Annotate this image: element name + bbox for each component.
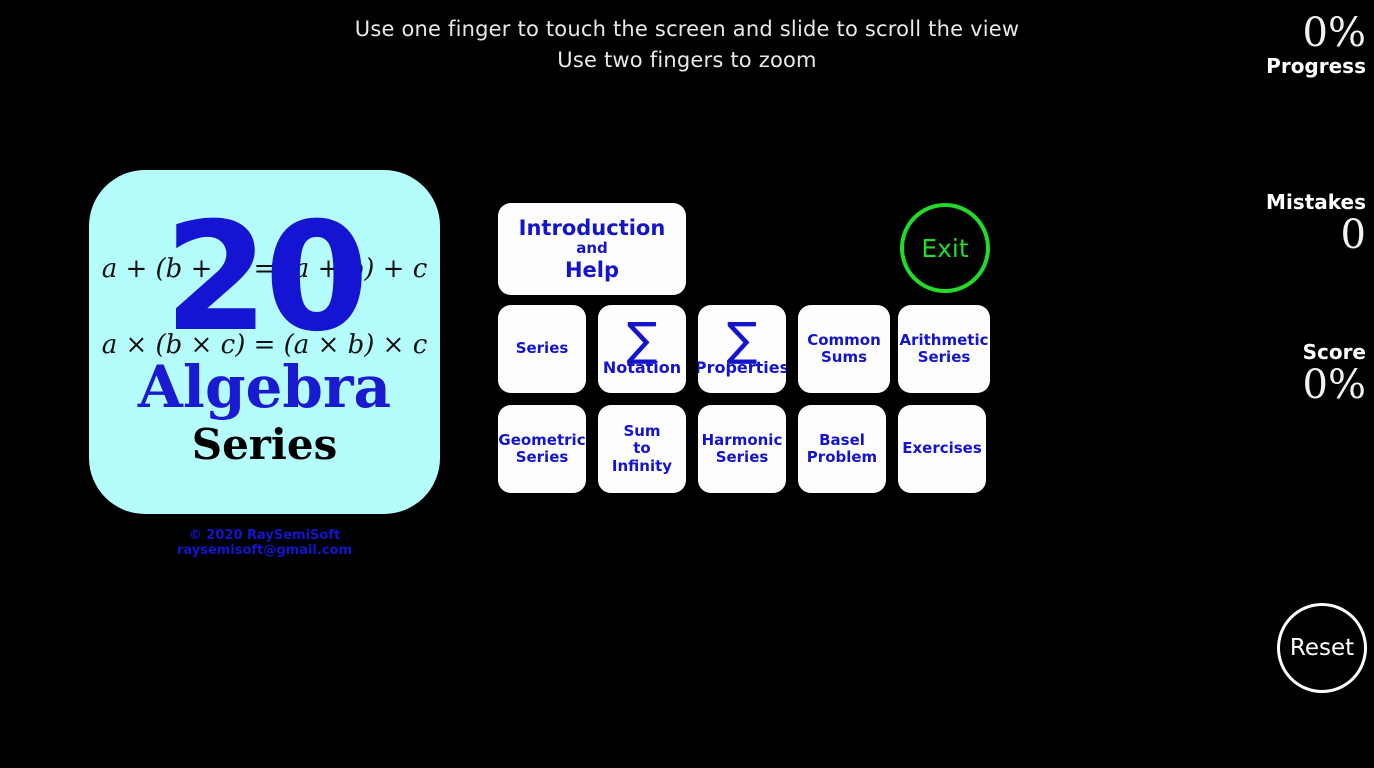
menu-button-common-sums[interactable]: Common Sums [798,305,890,393]
score-stat: Score 0% [1216,340,1366,406]
logo-number: 20 [164,191,369,365]
menu-button-geometric-series[interactable]: Geometric Series [498,405,586,493]
sigma-icon: ∑ [726,312,758,367]
progress-value: 0% [1302,10,1366,56]
button-label-line-2: Series [515,448,569,466]
logo-subtitle: Series [191,420,338,469]
introduction-and-help-button[interactable]: Introduction and Help [498,203,686,295]
button-label-line-1: Arithmetic [899,330,989,349]
button-label-line-1: Harmonic [701,430,783,449]
reset-label: Reset [1289,635,1355,661]
button-label-line-2: Series [715,448,769,466]
button-label-line-1: Sum [623,422,661,441]
mistakes-value: 0 [1340,212,1366,258]
menu-button-exercises[interactable]: Exercises [898,405,986,493]
menu-button-basel-problem[interactable]: Basel Problem [798,405,886,493]
button-label: Properties [698,358,786,378]
menu-button-harmonic-series[interactable]: Harmonic Series [698,405,786,493]
menu-button-series[interactable]: Series [498,305,586,393]
button-label-line-1: Geometric [498,430,586,449]
intro-line-1: Introduction [518,216,666,241]
sigma-icon: ∑ [626,312,658,367]
button-label: Series [515,339,569,358]
mistakes-label: Mistakes [1266,190,1366,214]
exit-label: Exit [921,233,969,263]
button-label: Exercises [902,439,982,458]
intro-line-3: Help [564,257,620,282]
progress-stat: 0% Progress [1216,12,1366,78]
menu-button-notation[interactable]: ∑ Notation [598,305,686,393]
mistakes-stat: Mistakes 0 [1216,190,1366,256]
menu-button-arithmetic-series[interactable]: Arithmetic Series [898,305,990,393]
button-label: Notation [602,358,682,378]
score-label: Score [1302,340,1366,364]
button-label-line-2: to [633,439,651,458]
intro-line-2: and [576,239,608,258]
contact-email: raysemisoft@gmail.com [176,543,352,558]
button-label-line-2: Series [917,348,971,366]
instruction-line-2: Use two fingers to zoom [557,48,817,72]
button-label-line-2: Sums [820,348,868,366]
menu-button-properties[interactable]: ∑ Properties [698,305,786,393]
copyright-notice: © 2020 RaySemiSoft raysemisoft@gmail.com [89,528,440,558]
reset-button[interactable]: Reset [1277,603,1367,693]
button-label-line-1: Common [807,330,881,349]
score-value: 0% [1302,362,1366,408]
copyright-line: © 2020 RaySemiSoft [188,528,341,543]
button-label-line-3: Infinity [611,456,673,475]
app-logo-card: a + (b + c) = (a + b) + c a × (b × c) = … [89,170,440,514]
menu-button-sum-to-infinity[interactable]: Sum to Infinity [598,405,686,493]
instructions-banner: Use one finger to touch the screen and s… [0,14,1374,76]
progress-label: Progress [1266,54,1366,78]
exit-button[interactable]: Exit [900,203,990,293]
logo-title: Algebra [137,353,392,421]
instruction-line-1: Use one finger to touch the screen and s… [354,17,1020,41]
button-label-line-1: Basel [819,430,865,449]
button-label-line-2: Problem [806,448,878,466]
